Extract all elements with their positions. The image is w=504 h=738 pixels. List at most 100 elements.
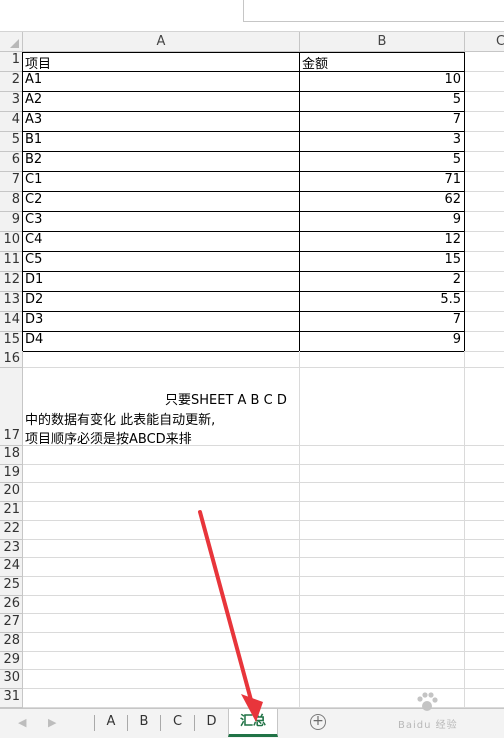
cell-c17[interactable] <box>465 368 504 446</box>
cell-b[interactable] <box>300 577 465 596</box>
row-header[interactable]: 20 <box>0 483 23 502</box>
row-header[interactable]: 10 <box>0 232 23 252</box>
cell-c[interactable] <box>465 132 504 152</box>
cell-b16[interactable] <box>300 351 465 368</box>
cell-c[interactable] <box>465 292 504 312</box>
cell-c[interactable] <box>465 521 504 540</box>
cell-amount[interactable]: 10 <box>300 72 465 92</box>
row-header[interactable]: 14 <box>0 312 23 332</box>
column-header-b[interactable]: B <box>300 32 465 52</box>
cell-c[interactable] <box>465 483 504 502</box>
row-header[interactable]: 4 <box>0 112 23 132</box>
formula-input[interactable] <box>243 0 504 22</box>
cell-item[interactable]: D1 <box>22 272 300 292</box>
prev-sheet-icon[interactable]: ◀ <box>18 716 26 730</box>
cell-item[interactable]: D2 <box>22 292 300 312</box>
cell-b17[interactable] <box>300 368 465 446</box>
row-header[interactable]: 5 <box>0 132 23 152</box>
cell-amount[interactable]: 5 <box>300 152 465 172</box>
row-header[interactable]: 12 <box>0 272 23 292</box>
row-header[interactable]: 9 <box>0 212 23 232</box>
row-header[interactable]: 11 <box>0 252 23 272</box>
cell-amount[interactable]: 15 <box>300 252 465 272</box>
tab-c[interactable]: C <box>161 709 194 737</box>
cell-a[interactable] <box>23 465 300 483</box>
cell-a[interactable] <box>23 446 300 465</box>
row-header[interactable]: 15 <box>0 332 23 352</box>
column-header-c[interactable]: C <box>465 32 504 52</box>
cell-b[interactable] <box>300 446 465 465</box>
cell-amount[interactable]: 71 <box>300 172 465 192</box>
cell-b1[interactable]: 金额 <box>300 52 465 72</box>
row-header[interactable]: 30 <box>0 670 23 689</box>
cell-c[interactable] <box>465 689 504 708</box>
row-header[interactable]: 13 <box>0 292 23 312</box>
row-header[interactable]: 26 <box>0 596 23 614</box>
cell-c[interactable] <box>465 633 504 652</box>
cell-a16[interactable] <box>23 351 300 368</box>
cell-c1[interactable] <box>465 52 504 72</box>
cell-amount[interactable]: 5.5 <box>300 292 465 312</box>
cell-amount[interactable]: 7 <box>300 112 465 132</box>
cell-a[interactable] <box>23 596 300 614</box>
row-header[interactable]: 29 <box>0 652 23 670</box>
cell-b[interactable] <box>300 652 465 670</box>
cell-c[interactable] <box>465 92 504 112</box>
cell-item[interactable]: D3 <box>22 312 300 332</box>
cell-a[interactable] <box>23 558 300 577</box>
tab-summary[interactable]: 汇总 <box>228 709 278 737</box>
cell-amount[interactable]: 12 <box>300 232 465 252</box>
row-header[interactable]: 7 <box>0 172 23 192</box>
cell-amount[interactable]: 3 <box>300 132 465 152</box>
cell-a[interactable] <box>23 689 300 708</box>
cell-b[interactable] <box>300 465 465 483</box>
cell-c[interactable] <box>465 72 504 92</box>
add-sheet-button[interactable]: + <box>310 714 326 730</box>
cell-amount[interactable]: 2 <box>300 272 465 292</box>
cell-c[interactable] <box>465 577 504 596</box>
next-sheet-icon[interactable]: ▶ <box>48 716 56 730</box>
row-header[interactable]: 8 <box>0 192 23 212</box>
row-header[interactable]: 2 <box>0 72 23 92</box>
cell-item[interactable]: D4 <box>22 332 300 352</box>
row-header[interactable]: 23 <box>0 540 23 558</box>
cell-c[interactable] <box>465 502 504 521</box>
cell-a1[interactable]: 项目 <box>22 52 300 72</box>
cell-c[interactable] <box>465 670 504 689</box>
row-header[interactable]: 1 <box>0 52 23 72</box>
column-header-a[interactable]: A <box>23 32 300 52</box>
select-all-corner[interactable] <box>0 32 23 52</box>
cell-item[interactable]: B2 <box>22 152 300 172</box>
cell-b[interactable] <box>300 502 465 521</box>
tab-a[interactable]: A <box>95 709 127 737</box>
cell-amount[interactable]: 7 <box>300 312 465 332</box>
cell-c[interactable] <box>465 192 504 212</box>
cell-c[interactable] <box>465 558 504 577</box>
cell-a[interactable] <box>23 540 300 558</box>
cell-c16[interactable] <box>465 351 504 368</box>
cell-item[interactable]: C5 <box>22 252 300 272</box>
cell-c[interactable] <box>465 212 504 232</box>
row-header[interactable]: 31 <box>0 689 23 708</box>
cell-b[interactable] <box>300 540 465 558</box>
cell-item[interactable]: A1 <box>22 72 300 92</box>
row-header[interactable]: 28 <box>0 633 23 652</box>
row-header[interactable]: 22 <box>0 521 23 540</box>
cell-c[interactable] <box>465 332 504 352</box>
cell-item[interactable]: C3 <box>22 212 300 232</box>
cell-b[interactable] <box>300 558 465 577</box>
cell-a[interactable] <box>23 521 300 540</box>
cell-a[interactable] <box>23 633 300 652</box>
cell-a[interactable] <box>23 670 300 689</box>
cell-b[interactable] <box>300 521 465 540</box>
cell-c[interactable] <box>465 446 504 465</box>
cell-a[interactable] <box>23 652 300 670</box>
cell-c[interactable] <box>465 232 504 252</box>
cell-b[interactable] <box>300 614 465 633</box>
cell-amount[interactable]: 9 <box>300 332 465 352</box>
cell-c[interactable] <box>465 152 504 172</box>
cell-item[interactable]: A2 <box>22 92 300 112</box>
cell-c[interactable] <box>465 272 504 292</box>
tab-b[interactable]: B <box>128 709 160 737</box>
cell-c[interactable] <box>465 252 504 272</box>
